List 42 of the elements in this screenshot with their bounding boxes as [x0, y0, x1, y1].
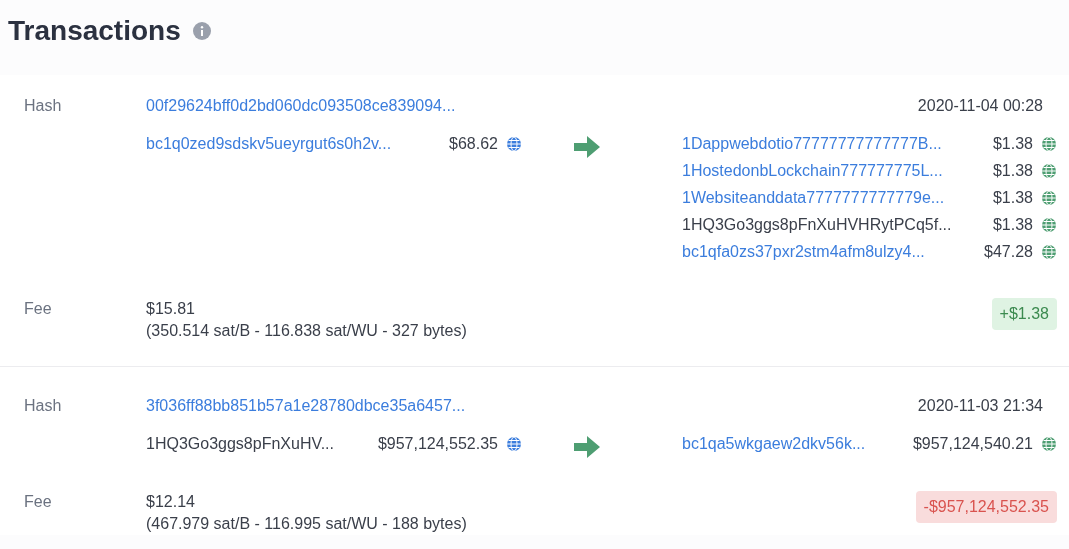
amount: $957,124,552.35: [377, 433, 498, 454]
address-link[interactable]: 1Dappwebdotio77777777777777B...: [682, 131, 942, 156]
globe-icon: [1041, 216, 1057, 233]
date: 2020-11-04 00:28: [917, 96, 1043, 116]
address-link[interactable]: bc1qa5wkgaew2dkv56k...: [682, 431, 866, 456]
globe-icon: [506, 435, 522, 452]
address-text: 1HQ3Go3ggs8pFnXuHV...: [146, 433, 334, 454]
fee-detail: (467.979 sat/B - 116.995 sat/WU - 188 bytes): [146, 514, 467, 534]
amount: $1.38: [992, 187, 1033, 208]
hash-label: Hash: [24, 96, 63, 116]
address-text: 1HQ3Go3ggs8pFnXuHVHRytPCq5f...: [682, 214, 952, 235]
fee-label: Fee: [24, 299, 53, 319]
hash-link[interactable]: 00f29624bff0d2bd060dc093508ce839094...: [146, 95, 456, 117]
fee-amount: $12.14: [146, 492, 196, 512]
globe-icon: [1041, 162, 1057, 179]
balance-badge: -$957,124,552.35: [915, 491, 1057, 523]
hash-label: Hash: [24, 396, 63, 416]
amount: $1.38: [992, 133, 1033, 154]
arrow-right-icon: [574, 436, 600, 458]
fee-label: Fee: [24, 492, 53, 512]
amount: $47.28: [984, 241, 1033, 262]
balance-badge: +$1.38: [991, 298, 1057, 330]
address-link[interactable]: 1HostedonbLockchain777777775L...: [682, 158, 943, 183]
globe-icon: [1041, 435, 1057, 452]
address-link[interactable]: bc1q0zed9sdskv5ueyrgut6s0h2v...: [146, 131, 392, 156]
globe-icon: [1041, 243, 1057, 260]
fee-amount: $15.81: [146, 299, 196, 319]
amount: $1.38: [992, 214, 1033, 235]
address-link[interactable]: 1Websiteanddata7777777777779e...: [682, 185, 945, 210]
address-link[interactable]: bc1qfa0zs37pxr2stm4afm8ulzy4...: [682, 239, 925, 264]
fee-detail: (350.514 sat/B - 116.838 sat/WU - 327 bytes): [146, 321, 467, 341]
globe-icon: [506, 135, 522, 152]
amount: $68.62: [449, 133, 498, 154]
amount: $957,124,540.21: [912, 433, 1033, 454]
globe-icon: [1041, 189, 1057, 206]
arrow-right-icon: [574, 136, 600, 158]
page-title: Transactions: [8, 14, 181, 48]
info-icon[interactable]: [192, 22, 211, 40]
hash-link[interactable]: 3f036ff88bb851b57a1e28780dbce35a6457...: [146, 395, 466, 417]
amount: $1.38: [992, 160, 1033, 181]
globe-icon: [1041, 135, 1057, 152]
date: 2020-11-03 21:34: [917, 396, 1043, 416]
